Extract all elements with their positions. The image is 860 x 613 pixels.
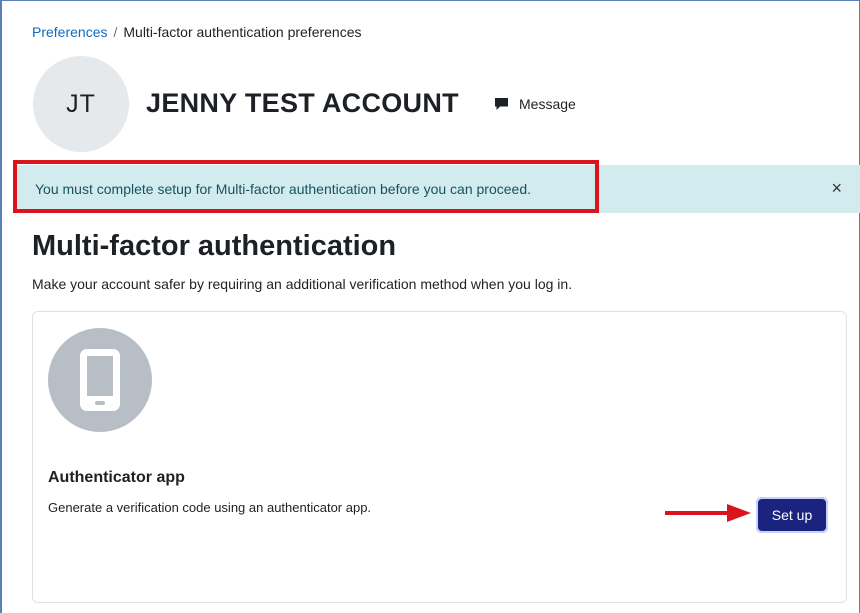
page-description: Make your account safer by requiring an …	[32, 276, 573, 292]
factor-title: Authenticator app	[48, 469, 185, 486]
message-icon	[494, 97, 509, 111]
message-link[interactable]: Message	[494, 96, 576, 112]
avatar: JT	[33, 56, 129, 152]
breadcrumb: Preferences / Multi-factor authentication …	[32, 24, 362, 40]
user-fullname: JENNY TEST ACCOUNT	[146, 88, 459, 118]
factor-card: Authenticator app Generate a verificatio…	[32, 311, 847, 603]
breadcrumb-separator: /	[113, 24, 118, 40]
alert-highlight-box	[13, 160, 599, 213]
page-title: Multi-factor authentication	[32, 230, 397, 262]
pointer-arrow-icon	[665, 504, 751, 522]
avatar-initials: JT	[66, 89, 96, 118]
breadcrumb-preferences-link[interactable]: Preferences	[32, 24, 107, 40]
message-label: Message	[519, 96, 576, 112]
factor-description: Generate a verification code using an au…	[48, 500, 372, 515]
breadcrumb-current: Multi-factor authentication preferences	[123, 24, 362, 40]
close-icon[interactable]: ×	[831, 178, 842, 199]
mobile-phone-icon	[48, 328, 152, 432]
setup-button[interactable]: Set up	[756, 497, 828, 533]
